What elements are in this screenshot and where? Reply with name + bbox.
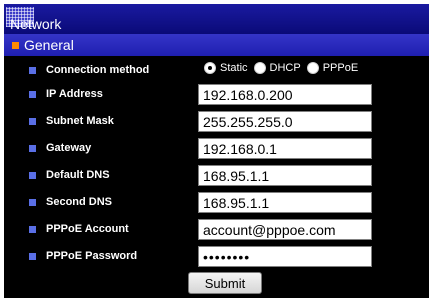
default-dns-input[interactable]: [198, 165, 372, 186]
bullet-icon: [29, 67, 36, 74]
section-title: General: [24, 37, 74, 53]
row-pppoe-password: PPPoE Password: [4, 245, 429, 272]
subnet-mask-input[interactable]: [198, 111, 372, 132]
gateway-input[interactable]: [198, 138, 372, 159]
network-settings-panel: Network General Connection method Static…: [0, 0, 433, 302]
row-ip-address: IP Address: [4, 83, 429, 110]
radio-pppoe[interactable]: PPPoE: [306, 62, 359, 74]
bullet-icon: [29, 91, 36, 98]
radio-static-label: Static: [220, 62, 248, 74]
row-second-dns: Second DNS: [4, 191, 429, 218]
row-gateway: Gateway: [4, 137, 429, 164]
subnet-mask-label: Subnet Mask: [46, 115, 114, 127]
radio-unchecked-icon[interactable]: [253, 62, 266, 74]
page-title: Network: [10, 16, 62, 32]
radio-static[interactable]: Static: [204, 62, 248, 74]
row-pppoe-account: PPPoE Account: [4, 218, 429, 245]
pppoe-account-input[interactable]: [198, 219, 372, 240]
section-bullet-icon: [12, 42, 19, 49]
section-header-general: General: [4, 34, 429, 56]
radio-checked-icon[interactable]: [204, 62, 216, 74]
bullet-icon: [29, 118, 36, 125]
radio-pppoe-label: PPPoE: [322, 62, 359, 74]
pppoe-password-input[interactable]: [198, 246, 372, 267]
bullet-icon: [29, 226, 36, 233]
radio-dhcp[interactable]: DHCP: [253, 62, 301, 74]
row-default-dns: Default DNS: [4, 164, 429, 191]
pppoe-password-label: PPPoE Password: [46, 250, 138, 262]
pppoe-account-label: PPPoE Account: [46, 223, 129, 235]
bullet-icon: [29, 145, 36, 152]
radio-dhcp-label: DHCP: [269, 62, 301, 74]
second-dns-input[interactable]: [198, 192, 372, 213]
connection-method-radio-group: Static DHCP PPPoE: [204, 62, 364, 74]
ip-address-input[interactable]: [198, 84, 372, 105]
row-subnet-mask: Subnet Mask: [4, 110, 429, 137]
second-dns-label: Second DNS: [46, 196, 113, 208]
ip-address-label: IP Address: [46, 88, 103, 100]
row-connection-method: Connection method Static DHCP PPPoE: [4, 59, 429, 86]
gateway-label: Gateway: [46, 142, 92, 154]
bullet-icon: [29, 253, 36, 260]
radio-unchecked-icon[interactable]: [306, 62, 319, 74]
bullet-icon: [29, 172, 36, 179]
connection-method-label: Connection method: [46, 64, 150, 76]
submit-button[interactable]: Submit: [188, 272, 262, 294]
panel-header: Network: [4, 4, 429, 34]
bullet-icon: [29, 199, 36, 206]
default-dns-label: Default DNS: [46, 169, 110, 181]
